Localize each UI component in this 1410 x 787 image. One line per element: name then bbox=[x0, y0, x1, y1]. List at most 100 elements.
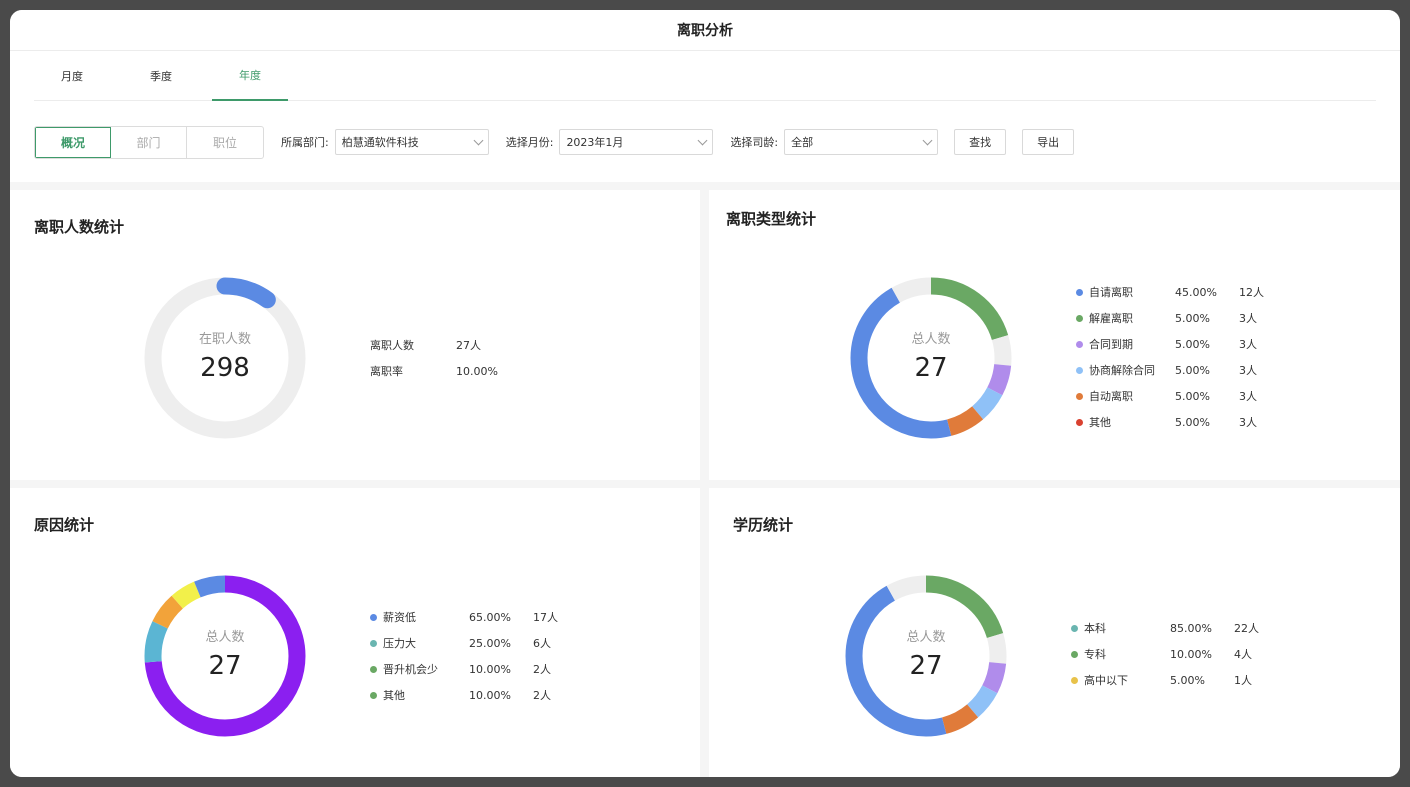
legend-item: 合同到期 5.00% 3人 bbox=[1076, 331, 1264, 357]
legend-name: 本科 bbox=[1084, 622, 1106, 635]
headcount-stats: 离职人数 27人 离职率 10.00% bbox=[370, 332, 498, 384]
dept-select-value: 柏慧通软件科技 bbox=[341, 136, 419, 149]
dept-select[interactable]: 柏慧通软件科技 bbox=[334, 129, 489, 155]
legend-name: 其他 bbox=[1089, 416, 1111, 429]
legend-pct: 85.00% bbox=[1170, 621, 1212, 635]
legend-pct: 65.00% bbox=[469, 610, 511, 624]
legend-item: 自动离职 5.00% 3人 bbox=[1076, 383, 1264, 409]
types-card: 离职类型统计 总人数 27 自请离职 45.00% 12人 解雇离职 5.00% 3人 … bbox=[709, 190, 1400, 480]
legend-name: 其他 bbox=[383, 689, 405, 702]
reasons-card: 原因统计 总人数 27 薪资低 65.00% 17人 压力大 25.00% 6人 晋升机… bbox=[10, 488, 700, 777]
legend-name: 薪资低 bbox=[383, 611, 416, 624]
legend-pct: 10.00% bbox=[469, 662, 511, 676]
legend-pct: 10.00% bbox=[469, 688, 511, 702]
education-value: 27 bbox=[909, 651, 943, 681]
legend-dot bbox=[1076, 392, 1083, 400]
legend-count: 3人 bbox=[1239, 390, 1257, 403]
stat-row: 离职人数 27人 bbox=[370, 332, 498, 358]
headcount-center: 在职人数 298 bbox=[143, 328, 307, 383]
legend-dot bbox=[370, 639, 377, 647]
filter-bar: 概况 部门 职位 所属部门: 柏慧通软件科技 选择月份: 2023年1月 选择司… bbox=[34, 125, 1075, 159]
legend-item: 晋升机会少 10.00% 2人 bbox=[370, 656, 558, 682]
chevron-down-icon bbox=[697, 135, 708, 145]
chevron-down-icon bbox=[473, 135, 484, 145]
types-center: 总人数 27 bbox=[849, 328, 1013, 383]
headcount-caption: 在职人数 bbox=[198, 332, 251, 347]
education-title: 学历统计 bbox=[733, 516, 794, 534]
legend-count: 3人 bbox=[1239, 312, 1257, 325]
legend-pct: 10.00% bbox=[1170, 647, 1212, 661]
legend-pct: 5.00% bbox=[1170, 673, 1205, 687]
legend-name: 压力大 bbox=[383, 637, 416, 650]
legend-pct: 5.00% bbox=[1175, 415, 1210, 429]
tab-quarterly[interactable]: 季度 bbox=[123, 51, 199, 101]
legend-dot bbox=[1071, 650, 1078, 658]
legend-count: 3人 bbox=[1239, 338, 1257, 351]
segment-overview[interactable]: 概况 bbox=[35, 126, 111, 158]
legend-count: 3人 bbox=[1239, 416, 1257, 429]
legend-name: 自请离职 bbox=[1089, 286, 1133, 299]
tenure-select-value: 全部 bbox=[791, 136, 814, 149]
top-controls: 月度 季度 年度 概况 部门 职位 所属部门: 柏慧通软件科技 选择月份: 20… bbox=[10, 51, 1400, 182]
legend-dot bbox=[1076, 366, 1083, 374]
legend-name: 合同到期 bbox=[1089, 338, 1133, 351]
reasons-legend: 薪资低 65.00% 17人 压力大 25.00% 6人 晋升机会少 10.00% 2人 其… bbox=[370, 604, 558, 708]
legend-pct: 5.00% bbox=[1175, 363, 1210, 377]
legend-dot bbox=[1076, 340, 1083, 348]
legend-item: 协商解除合同 5.00% 3人 bbox=[1076, 357, 1264, 383]
legend-pct: 5.00% bbox=[1175, 311, 1210, 325]
headcount-title: 离职人数统计 bbox=[34, 218, 125, 236]
reasons-title: 原因统计 bbox=[34, 516, 95, 534]
legend-pct: 5.00% bbox=[1175, 389, 1210, 403]
legend-count: 4人 bbox=[1234, 648, 1252, 661]
tab-monthly[interactable]: 月度 bbox=[34, 51, 110, 101]
segment-position[interactable]: 职位 bbox=[187, 127, 263, 158]
reasons-caption: 总人数 bbox=[205, 630, 245, 645]
legend-count: 2人 bbox=[533, 663, 551, 676]
legend-pct: 45.00% bbox=[1175, 285, 1217, 299]
stat-value: 10.00% bbox=[456, 364, 498, 378]
legend-name: 解雇离职 bbox=[1089, 312, 1133, 325]
legend-item: 其他 5.00% 3人 bbox=[1076, 409, 1264, 435]
segment-department[interactable]: 部门 bbox=[111, 126, 187, 158]
app-window: 离职分析 月度 季度 年度 概况 部门 职位 所属部门: 柏慧通软件科技 选择月… bbox=[10, 10, 1400, 777]
legend-name: 专科 bbox=[1084, 648, 1106, 661]
legend-dot bbox=[370, 613, 377, 621]
tenure-label: 选择司龄: bbox=[730, 136, 779, 149]
education-legend: 本科 85.00% 22人 专科 10.00% 4人 高中以下 5.00% 1人 bbox=[1071, 615, 1259, 693]
export-button[interactable]: 导出 bbox=[1022, 129, 1075, 155]
stat-value: 27人 bbox=[456, 339, 481, 352]
legend-item: 高中以下 5.00% 1人 bbox=[1071, 667, 1259, 693]
legend-dot bbox=[1076, 314, 1083, 322]
stat-label: 离职人数 bbox=[370, 339, 414, 352]
window-title: 离职分析 bbox=[10, 10, 1400, 51]
legend-dot bbox=[1071, 624, 1078, 632]
headcount-card: 离职人数统计 在职人数 298 离职人数 27人 离职率 10.00% bbox=[10, 190, 700, 480]
education-center: 总人数 27 bbox=[844, 626, 1008, 681]
month-label: 选择月份: bbox=[505, 136, 554, 149]
tenure-select[interactable]: 全部 bbox=[784, 129, 939, 155]
legend-count: 12人 bbox=[1239, 286, 1264, 299]
legend-item: 专科 10.00% 4人 bbox=[1071, 641, 1259, 667]
legend-item: 解雇离职 5.00% 3人 bbox=[1076, 305, 1264, 331]
legend-count: 6人 bbox=[533, 637, 551, 650]
education-card: 学历统计 总人数 27 本科 85.00% 22人 专科 10.00% 4人 高中以下 5… bbox=[709, 488, 1400, 777]
types-value: 27 bbox=[914, 353, 948, 383]
search-button[interactable]: 查找 bbox=[954, 129, 1007, 155]
view-segment: 概况 部门 职位 bbox=[34, 125, 264, 159]
tab-yearly[interactable]: 年度 bbox=[212, 51, 288, 101]
types-legend: 自请离职 45.00% 12人 解雇离职 5.00% 3人 合同到期 5.00% 3人 协商… bbox=[1076, 279, 1264, 435]
legend-name: 自动离职 bbox=[1089, 390, 1133, 403]
legend-item: 自请离职 45.00% 12人 bbox=[1076, 279, 1264, 305]
month-select[interactable]: 2023年1月 bbox=[559, 129, 714, 155]
types-caption: 总人数 bbox=[911, 332, 951, 347]
legend-count: 3人 bbox=[1239, 364, 1257, 377]
reasons-value: 27 bbox=[208, 651, 242, 681]
legend-item: 压力大 25.00% 6人 bbox=[370, 630, 558, 656]
legend-dot bbox=[1076, 288, 1083, 296]
headcount-value: 298 bbox=[200, 353, 250, 383]
legend-name: 晋升机会少 bbox=[383, 663, 438, 676]
legend-count: 2人 bbox=[533, 689, 551, 702]
legend-count: 1人 bbox=[1234, 674, 1252, 687]
dept-label: 所属部门: bbox=[281, 136, 329, 149]
